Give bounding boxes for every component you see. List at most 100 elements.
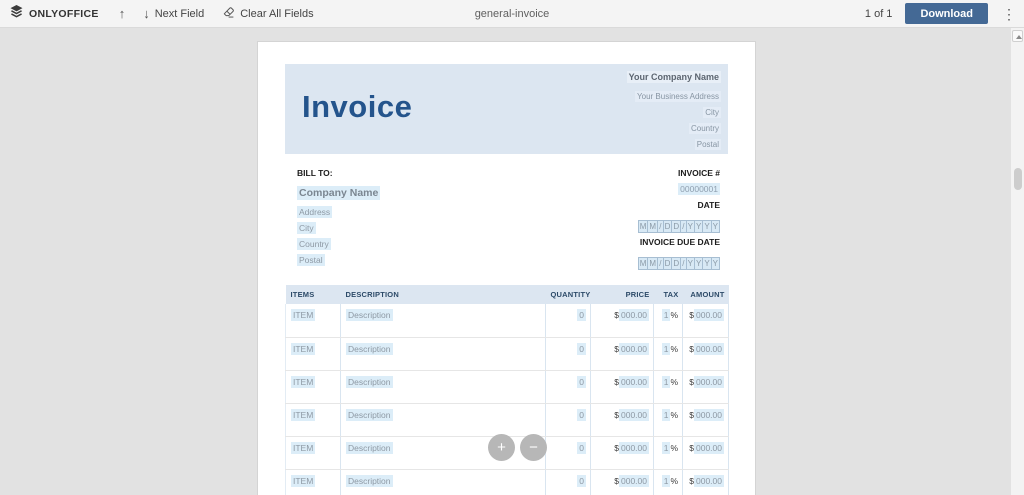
tax-cell: 1% xyxy=(653,304,683,338)
toolbar-right-group: 1 of 1 Download ⋮ xyxy=(865,3,1017,24)
quantity-cell-field[interactable]: 0 xyxy=(577,441,586,454)
price-cell-field[interactable]: 000.00 xyxy=(619,309,649,321)
price-cell-field[interactable]: 000.00 xyxy=(619,474,649,487)
description-cell-field[interactable]: Description xyxy=(346,408,393,421)
item-row: ITEM Description 0 $000.00 1% $000.00 xyxy=(285,304,729,338)
table-header-row: ITEMS DESCRIPTION QUANTITY PRICE TAX AMO… xyxy=(285,285,729,304)
price-cell: $000.00 xyxy=(590,370,654,404)
item-cell-field[interactable]: ITEM xyxy=(291,342,316,355)
more-options-button[interactable]: ⋮ xyxy=(1001,7,1017,21)
amount-cell-field[interactable]: 000.00 xyxy=(694,309,724,321)
description-cell-field[interactable]: Description xyxy=(346,309,393,321)
quantity-cell: 0 xyxy=(545,403,591,437)
bill-to-company-field[interactable]: Company Name xyxy=(297,186,381,200)
quantity-cell: 0 xyxy=(545,469,591,495)
date-char-cell: Y xyxy=(703,220,712,233)
arrow-down-icon: ↓ xyxy=(143,6,150,21)
brand-name: ONLYOFFICE xyxy=(29,7,99,20)
quantity-cell: 0 xyxy=(545,370,591,404)
bill-to-country-field[interactable]: Country xyxy=(297,238,331,250)
description-cell: Description xyxy=(340,370,546,404)
bill-to-city-field[interactable]: City xyxy=(297,222,316,234)
price-cell: $000.00 xyxy=(590,436,654,470)
static-text: % xyxy=(670,376,678,387)
description-cell: Description xyxy=(340,304,546,338)
quantity-cell: 0 xyxy=(545,337,591,371)
next-field-button[interactable]: ↓ Next Field xyxy=(143,0,204,28)
bill-to-address-field[interactable]: Address xyxy=(297,206,333,218)
toolbar: ONLYOFFICE ↑ ↓ Next Field Clear All Fiel… xyxy=(0,0,1024,28)
amount-cell-field[interactable]: 000.00 xyxy=(694,408,724,421)
previous-field-button[interactable]: ↑ xyxy=(119,0,126,28)
date-char-cell: M xyxy=(637,220,649,233)
items-header: ITEMS xyxy=(285,285,341,304)
date-label: DATE xyxy=(697,200,720,210)
item-cell-field[interactable]: ITEM xyxy=(291,441,316,454)
quantity-cell-field[interactable]: 0 xyxy=(577,342,586,355)
remove-row-button[interactable]: − xyxy=(520,434,547,461)
arrow-up-icon: ↑ xyxy=(118,6,126,21)
due-date-field[interactable]: M M / D D / Y Y Y Y xyxy=(637,257,720,270)
description-cell-field[interactable]: Description xyxy=(346,441,393,454)
item-cell-field[interactable]: ITEM xyxy=(291,375,316,388)
company-info-block: Your Company Name Your Business Address … xyxy=(626,70,721,153)
date-char-cell: M xyxy=(648,220,659,233)
item-row: ITEM Description 0 $000.00 1% $000.00 xyxy=(285,469,729,495)
clear-all-fields-button[interactable]: Clear All Fields xyxy=(222,0,314,28)
price-cell: $000.00 xyxy=(590,304,654,338)
bill-to-postal-field[interactable]: Postal xyxy=(297,254,325,266)
scroll-up-icon[interactable] xyxy=(1012,30,1023,42)
date-char-cell: D xyxy=(672,257,682,270)
add-row-button[interactable]: + xyxy=(488,434,515,461)
description-cell-field[interactable]: Description xyxy=(346,375,393,388)
amount-cell-field[interactable]: 000.00 xyxy=(694,375,724,388)
item-cell: ITEM xyxy=(285,370,341,404)
quantity-cell-field[interactable]: 0 xyxy=(577,474,586,487)
date-char-cell: Y xyxy=(686,257,695,270)
price-cell-field[interactable]: 000.00 xyxy=(619,408,649,421)
amount-cell-field[interactable]: 000.00 xyxy=(694,342,724,355)
quantity-cell-field[interactable]: 0 xyxy=(577,309,586,321)
item-cell-field[interactable]: ITEM xyxy=(291,309,316,321)
company-postal-field[interactable]: Postal xyxy=(694,139,721,150)
amount-cell: $000.00 xyxy=(682,469,729,495)
date-char-cell: D xyxy=(672,220,682,233)
description-cell-field[interactable]: Description xyxy=(346,342,393,355)
price-cell-field[interactable]: 000.00 xyxy=(619,375,649,388)
download-button[interactable]: Download xyxy=(905,3,988,24)
price-cell-field[interactable]: 000.00 xyxy=(619,342,649,355)
item-cell-field[interactable]: ITEM xyxy=(291,408,316,421)
item-cell: ITEM xyxy=(285,304,341,338)
date-char-cell: M xyxy=(648,257,659,270)
vertical-scrollbar xyxy=(1010,28,1024,495)
static-text: % xyxy=(670,310,678,320)
date-char-cell: D xyxy=(663,257,673,270)
company-address-field[interactable]: Your Business Address xyxy=(635,91,721,102)
eraser-icon xyxy=(222,6,235,22)
amount-cell-field[interactable]: 000.00 xyxy=(694,441,724,454)
amount-header: AMOUNT xyxy=(682,285,729,304)
quantity-cell: 0 xyxy=(545,436,591,470)
quantity-cell: 0 xyxy=(545,304,591,338)
date-char-cell: Y xyxy=(703,257,712,270)
invoice-number-field[interactable]: 00000001 xyxy=(678,183,720,195)
quantity-cell-field[interactable]: 0 xyxy=(577,408,586,421)
description-cell-field[interactable]: Description xyxy=(346,474,393,487)
description-cell: Description xyxy=(340,337,546,371)
amount-cell: $000.00 xyxy=(682,304,729,338)
date-char-cell: M xyxy=(637,257,649,270)
amount-cell-field[interactable]: 000.00 xyxy=(694,474,724,487)
clear-all-fields-label: Clear All Fields xyxy=(240,7,314,20)
item-cell-field[interactable]: ITEM xyxy=(291,474,316,487)
scrollbar-thumb[interactable] xyxy=(1014,168,1022,190)
tax-cell: 1% xyxy=(653,469,683,495)
item-cell: ITEM xyxy=(285,403,341,437)
company-country-field[interactable]: Country xyxy=(688,123,721,134)
price-cell-field[interactable]: 000.00 xyxy=(619,441,649,454)
company-name-field[interactable]: Your Company Name xyxy=(626,71,721,83)
quantity-cell-field[interactable]: 0 xyxy=(577,375,586,388)
date-field[interactable]: M M / D D / Y Y Y Y xyxy=(637,220,720,233)
amount-cell: $000.00 xyxy=(682,370,729,404)
static-text: % xyxy=(670,409,678,420)
company-city-field[interactable]: City xyxy=(703,107,721,118)
